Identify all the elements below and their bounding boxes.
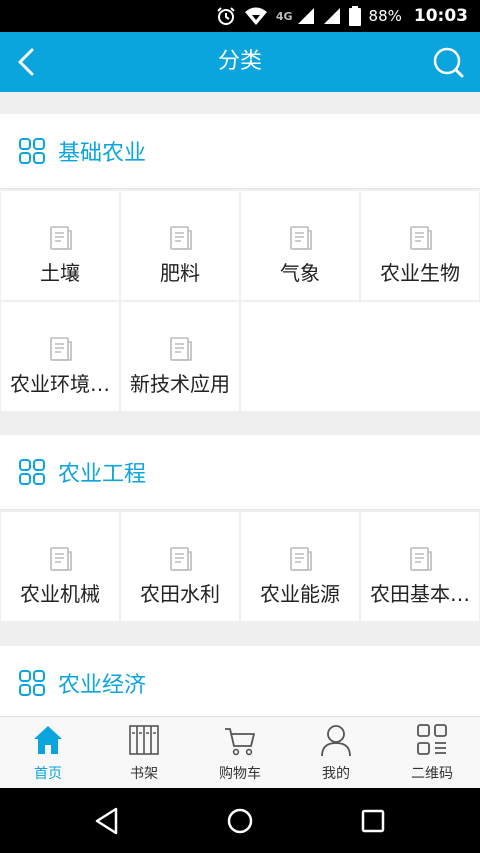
clock: 10:03 — [413, 6, 468, 26]
tab-label: 首页 — [34, 766, 62, 782]
category-item[interactable]: 农业机械 — [1, 512, 119, 621]
empty-cell — [241, 302, 480, 411]
back-icon[interactable] — [92, 806, 122, 836]
document-icon — [290, 226, 312, 250]
category-item[interactable]: 农业能源 — [241, 512, 359, 621]
section-header: 农业工程 — [0, 435, 480, 510]
bottom-tab-bar: 首页 书架 购物车 我的 二维码 — [0, 716, 480, 788]
document-icon — [290, 547, 312, 571]
category-section-basic-agriculture: 基础农业 土壤 肥料 气象 农业生物 农业环境… 新技术应用 — [0, 114, 480, 413]
home-circle-icon[interactable] — [225, 806, 255, 836]
section-header: 基础农业 — [0, 114, 480, 189]
section-title: 基础农业 — [58, 141, 147, 166]
grid-icon — [19, 670, 45, 696]
category-item[interactable]: 农业环境… — [1, 302, 119, 411]
tab-qr-code[interactable]: 二维码 — [384, 717, 480, 789]
grid-icon — [19, 138, 45, 164]
category-label: 农业机械 — [20, 582, 100, 606]
category-section-agricultural-economics: 农业经济 — [0, 646, 480, 716]
qr-code-icon — [417, 724, 447, 755]
section-header: 农业经济 — [0, 646, 480, 716]
cart-icon — [225, 728, 255, 756]
category-list[interactable]: 基础农业 土壤 肥料 气象 农业生物 农业环境… 新技术应用 农业工程 农业机械… — [0, 92, 480, 716]
battery-percent: 88% — [368, 7, 402, 25]
tab-label: 书架 — [130, 766, 158, 782]
document-icon — [410, 226, 432, 250]
system-nav-bar — [0, 788, 480, 853]
tab-bookshelf[interactable]: 书架 — [96, 717, 192, 789]
tab-home[interactable]: 首页 — [0, 717, 96, 789]
document-icon — [50, 226, 72, 250]
alarm-icon — [217, 7, 235, 25]
category-label: 气象 — [280, 261, 320, 285]
document-icon — [50, 337, 72, 361]
category-grid: 农业机械 农田水利 农业能源 农田基本… — [0, 510, 480, 621]
page-title: 分类 — [217, 49, 262, 74]
recents-icon[interactable] — [358, 806, 388, 836]
section-title: 农业经济 — [58, 673, 147, 698]
status-bar: 4G 88% 10:03 — [0, 0, 480, 32]
network-type: 4G — [275, 9, 293, 23]
document-icon — [50, 547, 72, 571]
bookshelf-icon — [129, 725, 159, 755]
search-icon[interactable] — [430, 44, 466, 80]
category-label: 土壤 — [40, 261, 80, 285]
grid-icon — [19, 459, 45, 485]
category-label: 农田水利 — [140, 582, 220, 606]
tab-label: 购物车 — [219, 766, 261, 782]
category-label: 肥料 — [160, 261, 200, 285]
category-item[interactable]: 农田水利 — [121, 512, 239, 621]
wifi-icon — [244, 7, 267, 25]
tab-profile[interactable]: 我的 — [288, 717, 384, 789]
tab-cart[interactable]: 购物车 — [192, 717, 288, 789]
category-item[interactable]: 农田基本… — [361, 512, 479, 621]
category-label: 农业能源 — [260, 582, 340, 606]
app-bar: 分类 — [0, 32, 480, 92]
category-label: 农业生物 — [380, 261, 460, 285]
section-title: 农业工程 — [58, 462, 147, 487]
category-label: 农业环境… — [10, 372, 110, 396]
document-icon — [170, 226, 192, 250]
category-label: 农田基本… — [370, 582, 470, 606]
category-item[interactable]: 土壤 — [1, 191, 119, 300]
tab-label: 我的 — [322, 766, 350, 782]
user-icon — [321, 725, 351, 757]
document-icon — [410, 547, 432, 571]
battery-icon — [348, 6, 361, 26]
home-icon — [34, 726, 62, 754]
category-item[interactable]: 气象 — [241, 191, 359, 300]
category-grid: 土壤 肥料 气象 农业生物 农业环境… 新技术应用 — [0, 189, 480, 413]
category-label: 新技术应用 — [130, 372, 230, 396]
tab-label: 二维码 — [411, 766, 453, 782]
category-section-agricultural-engineering: 农业工程 农业机械 农田水利 农业能源 农田基本… — [0, 435, 480, 621]
document-icon — [170, 547, 192, 571]
document-icon — [170, 337, 192, 361]
cell-signal-icon — [297, 8, 314, 24]
cell-signal-icon-2 — [323, 8, 340, 24]
category-item[interactable]: 新技术应用 — [121, 302, 239, 411]
category-item[interactable]: 肥料 — [121, 191, 239, 300]
category-item[interactable]: 农业生物 — [361, 191, 479, 300]
